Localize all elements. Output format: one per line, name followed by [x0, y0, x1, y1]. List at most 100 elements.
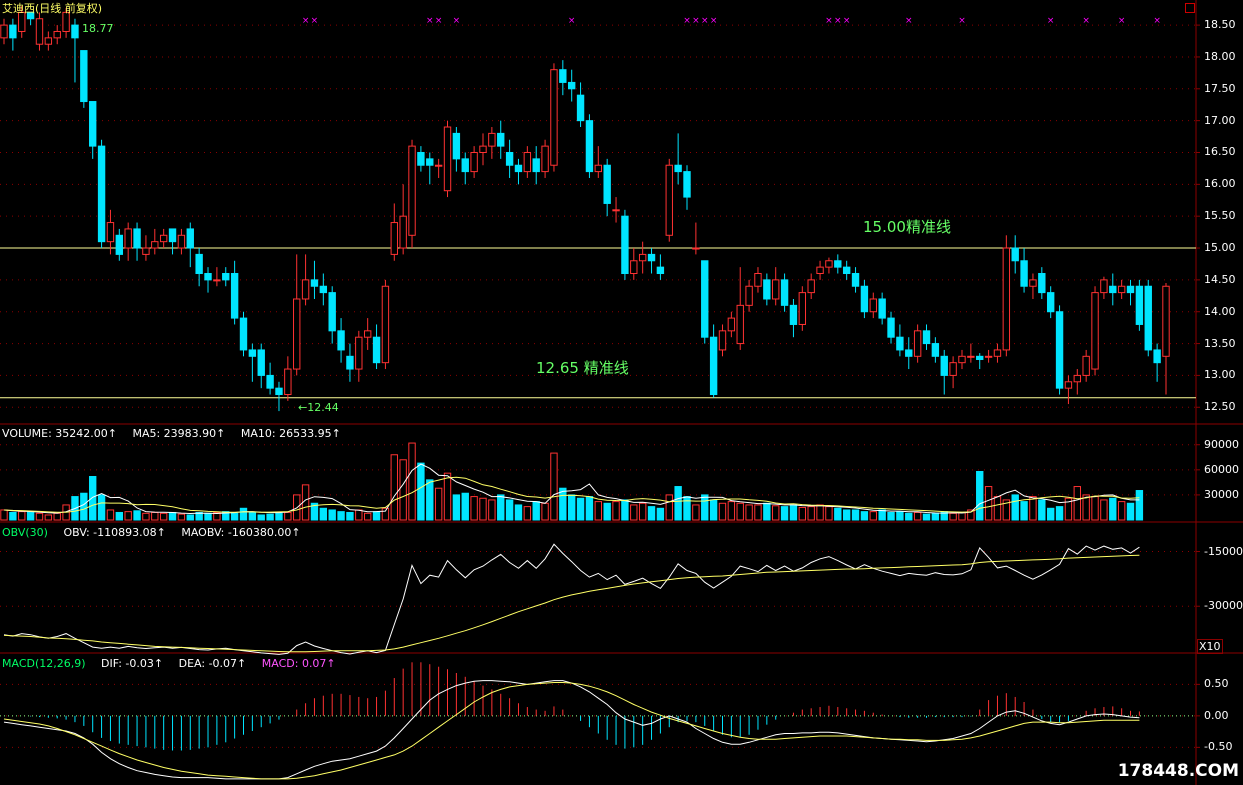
candle-body: [18, 11, 26, 32]
candle-body: [727, 317, 736, 332]
volume-bar: [346, 511, 354, 521]
candle-body: [239, 317, 248, 351]
candle-body: [151, 241, 159, 249]
volume-bar: [736, 502, 744, 521]
candle-body: [97, 145, 106, 243]
volume-bar: [638, 502, 647, 521]
candle-body: [1020, 260, 1028, 287]
candle-body: [621, 215, 629, 275]
candle-body: [408, 145, 416, 236]
volume-bar: [337, 511, 345, 521]
candle-body: [922, 330, 931, 345]
candle-body: [789, 304, 798, 325]
volume-bar: [505, 499, 514, 521]
signal-marker: ×: [710, 16, 718, 26]
panel-toggle-icon[interactable]: [1185, 3, 1195, 13]
volume-bar: [443, 472, 452, 521]
obv-line: [3, 543, 1140, 655]
volume-bar: [665, 494, 673, 521]
low-price-label: ←12.44: [298, 401, 339, 414]
candle-body: [701, 260, 709, 338]
volume-tick-label: 30000: [1204, 487, 1239, 501]
candle-body: [896, 336, 904, 351]
candle-body: [1091, 292, 1099, 370]
volume-bar: [177, 513, 186, 521]
candle-body: [133, 228, 141, 249]
macd-tick-label: 0.00: [1204, 708, 1229, 722]
candle-body: [683, 171, 691, 198]
candle-body: [1011, 247, 1019, 262]
candle-body: [426, 158, 434, 166]
volume-bar: [621, 499, 629, 521]
volume-bar: [133, 510, 141, 521]
candle-body: [284, 368, 292, 396]
volume-bar: [709, 499, 718, 521]
volume-bar: [1082, 494, 1090, 521]
candle-body: [470, 151, 478, 173]
maobv-line: [3, 554, 1140, 653]
candle-body: [568, 81, 576, 90]
volume-bar: [860, 511, 869, 521]
volume-bar: [887, 511, 895, 521]
candle-body: [159, 234, 168, 243]
macd-tick-label: 0.50: [1204, 677, 1229, 691]
candle-body: [293, 298, 301, 370]
volume-bar: [869, 511, 877, 521]
obv-title: OBV(30): [2, 526, 48, 539]
volume-bar: [1100, 499, 1108, 521]
volume-bar: [630, 504, 638, 521]
stock-title: 艾迪西(日线 前复权): [2, 2, 103, 15]
volume-bar: [1091, 496, 1099, 521]
candle-body: [80, 50, 88, 103]
price-tick-label: 13.00: [1204, 368, 1236, 382]
volume-bar: [159, 512, 168, 521]
volume-bar: [692, 504, 700, 521]
candle-body: [363, 330, 372, 338]
volume-bar: [284, 511, 292, 521]
volume-bar: [9, 511, 17, 521]
candle-body: [497, 132, 505, 147]
volume-bar: [363, 512, 372, 521]
candle-body: [1064, 381, 1073, 389]
price-tick-label: 14.50: [1204, 272, 1236, 286]
volume-bar: [355, 509, 363, 521]
price-tick-label: 17.00: [1204, 113, 1236, 127]
volume-bar: [239, 507, 248, 521]
volume-bar: [701, 494, 709, 521]
candle-body: [842, 266, 851, 275]
candle-body: [1073, 374, 1081, 383]
volume-bar: [834, 507, 842, 521]
volume-bar: [106, 509, 115, 521]
signal-marker: ×: [834, 16, 842, 26]
line-annotation-15: 15.00精准线: [863, 218, 951, 236]
obv-panel-header: OBV(30) OBV: -110893.08↑ MAOBV: -160380.…: [2, 526, 313, 539]
candle-body: [186, 228, 194, 249]
volume-bar: [905, 512, 913, 521]
candle-body: [337, 330, 345, 351]
volume-bar: [1020, 501, 1028, 521]
price-tick-label: 17.50: [1204, 81, 1236, 95]
candle-body: [674, 164, 682, 173]
volume-bar: [780, 506, 789, 521]
candle-body: [807, 279, 815, 294]
candle-body: [257, 349, 265, 376]
volume-bar: [1109, 497, 1117, 521]
volume-bar: [35, 512, 44, 521]
volume-value: VOLUME: 35242.00↑: [2, 427, 117, 440]
signal-marker: ×: [825, 16, 833, 26]
candle-body: [949, 362, 957, 376]
candle-body: [967, 355, 975, 358]
candle-body: [559, 69, 567, 83]
volume-bar: [745, 504, 753, 521]
volume-bar: [0, 509, 8, 521]
candle-body: [0, 24, 8, 39]
candle-body: [310, 279, 319, 287]
volume-panel-header: VOLUME: 35242.00↑ MA5: 23983.90↑ MA10: 2…: [2, 427, 353, 440]
price-tick-label: 15.00: [1204, 241, 1236, 255]
volume-bar: [248, 511, 257, 521]
candle-body: [434, 164, 443, 167]
volume-bar: [816, 504, 824, 521]
candle-body: [736, 304, 744, 345]
candle-body: [1002, 247, 1011, 351]
candle-body: [594, 164, 602, 173]
